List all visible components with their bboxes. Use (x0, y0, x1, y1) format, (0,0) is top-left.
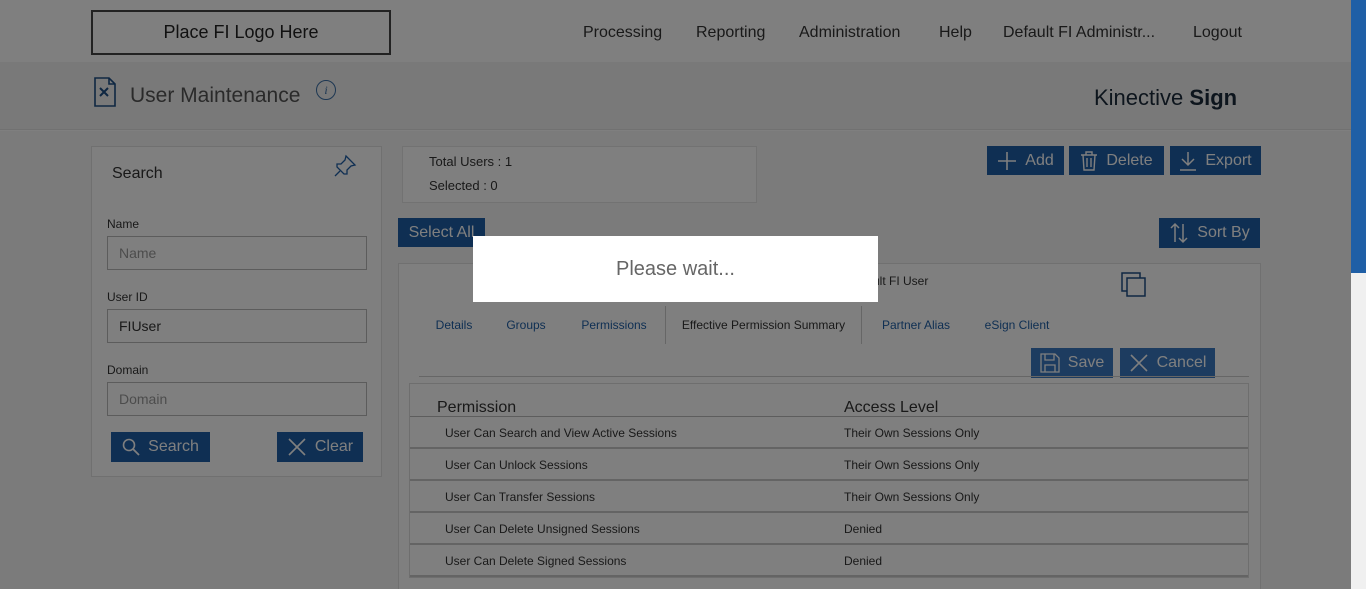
scrollbar-thumb[interactable] (1351, 0, 1366, 273)
loading-message: Please wait... (616, 257, 735, 280)
loading-dialog: Please wait... (473, 236, 878, 302)
